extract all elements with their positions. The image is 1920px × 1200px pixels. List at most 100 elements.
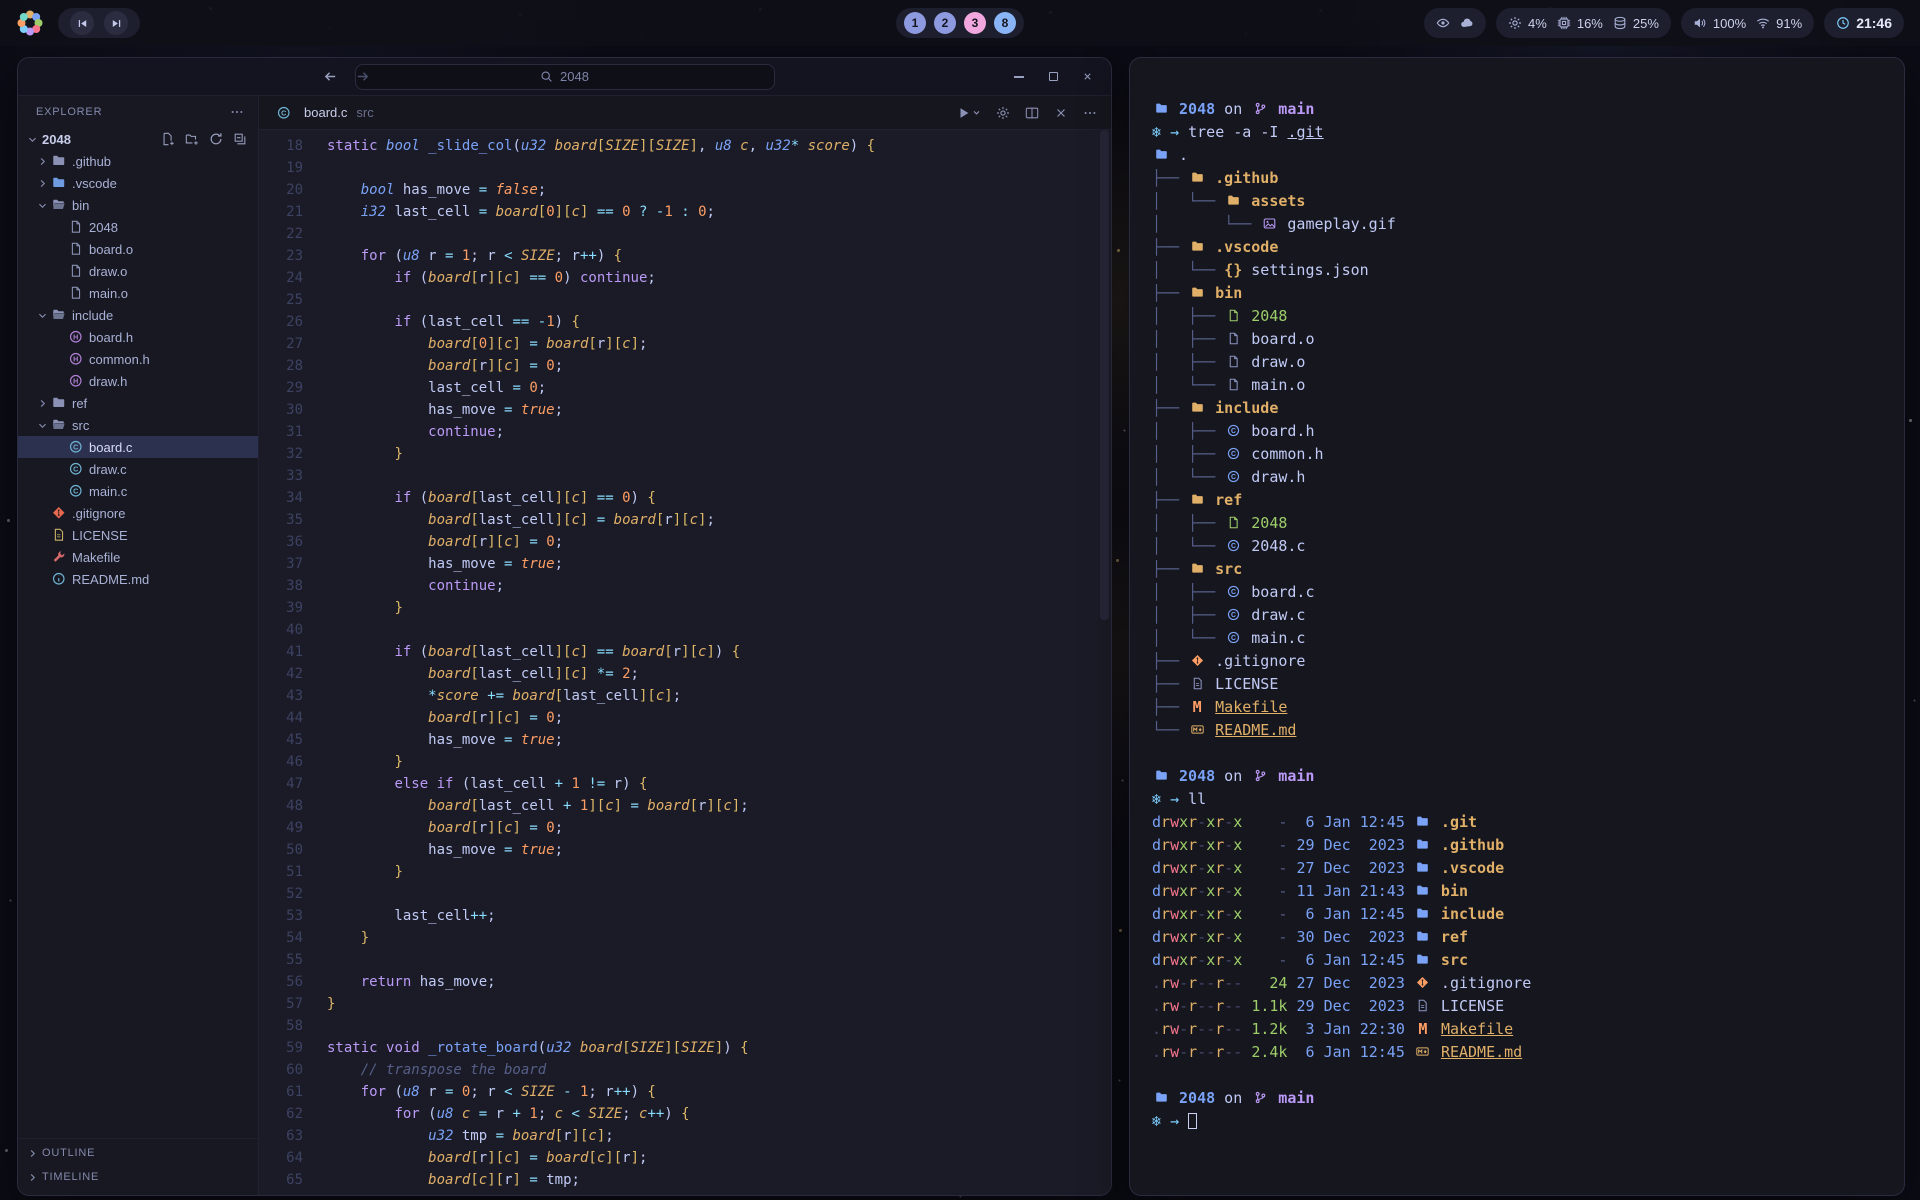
- line-number: 33: [259, 465, 303, 487]
- new-folder-button[interactable]: [185, 132, 200, 147]
- command-center-search[interactable]: 2048: [355, 64, 775, 90]
- explorer-more-actions-icon[interactable]: [230, 105, 244, 119]
- sidebar-item-README.md[interactable]: README.md: [18, 568, 258, 590]
- sidebar-item-label: bin: [72, 198, 89, 213]
- forward-button[interactable]: [355, 69, 371, 85]
- sidebar-item-label: draw.h: [89, 374, 127, 389]
- terminal-line: ❄ → tree -a -I .git: [1152, 121, 1890, 144]
- sidebar-item-board.h[interactable]: Hboard.h: [18, 326, 258, 348]
- sidebar-item-main.c[interactable]: Cmain.c: [18, 480, 258, 502]
- sidebar-item-LICENSE[interactable]: LICENSE: [18, 524, 258, 546]
- sidebar-item-.github[interactable]: .github: [18, 150, 258, 172]
- svg-text:H: H: [73, 378, 78, 386]
- sidebar-item-src[interactable]: src: [18, 414, 258, 436]
- weather-widget[interactable]: [1424, 8, 1486, 38]
- code-line: 28 board[r][c] = 0;: [259, 355, 1111, 377]
- code-editor[interactable]: 18static bool _slide_col(u32 board[SIZE]…: [259, 130, 1111, 1195]
- editor-scrollbar[interactable]: [1100, 130, 1109, 620]
- code-line: 65 board[c][r] = tmp;: [259, 1169, 1111, 1191]
- code-line: 37 has_move = true;: [259, 553, 1111, 575]
- workspace-1[interactable]: 1: [904, 12, 926, 34]
- workspace-3[interactable]: 3: [964, 12, 986, 34]
- terminal-line: ❄ →: [1152, 1110, 1890, 1133]
- sidebar-item-draw.h[interactable]: Hdraw.h: [18, 370, 258, 392]
- line-number: 41: [259, 641, 303, 663]
- outline-label: OUTLINE: [42, 1147, 95, 1159]
- split-editor-icon[interactable]: [1025, 106, 1039, 120]
- sidebar-item-Makefile[interactable]: Makefile: [18, 546, 258, 568]
- refresh-button[interactable]: [209, 132, 224, 147]
- folderopen-icon: [50, 308, 67, 323]
- search-icon: [540, 70, 553, 83]
- os-logo-icon[interactable]: [16, 9, 44, 37]
- close-editor-icon[interactable]: [1054, 106, 1068, 120]
- image-icon: [1260, 213, 1278, 236]
- eye-icon: [1436, 16, 1450, 30]
- volume-stat[interactable]: 100%: [1693, 16, 1746, 31]
- code-line: 59static void _rotate_board(u32 board[SI…: [259, 1037, 1111, 1059]
- line-number: 53: [259, 905, 303, 927]
- more-actions-icon[interactable]: [1083, 106, 1097, 120]
- line-number: 54: [259, 927, 303, 949]
- timeline-section[interactable]: TIMELINE: [18, 1165, 258, 1189]
- sidebar-item-main.o[interactable]: main.o: [18, 282, 258, 304]
- sidebar-item-ref[interactable]: ref: [18, 392, 258, 414]
- code-line: 55: [259, 949, 1111, 971]
- new-file-button[interactable]: [161, 132, 176, 147]
- terminal-line: drwxr-xr-x - 27 Dec 2023 .vscode: [1152, 857, 1890, 880]
- back-button[interactable]: [323, 69, 339, 85]
- terminal-line: ├── ref: [1152, 489, 1890, 512]
- line-number: 24: [259, 267, 303, 289]
- cfile-icon: C: [67, 440, 84, 455]
- sidebar-item-bin[interactable]: bin: [18, 194, 258, 216]
- disk-stat: 25%: [1613, 16, 1659, 31]
- sidebar-item-2048[interactable]: 2048: [18, 216, 258, 238]
- line-number: 55: [259, 949, 303, 971]
- cloud-icon: [1460, 16, 1474, 30]
- sidebar-item-.gitignore[interactable]: .gitignore: [18, 502, 258, 524]
- sidebar-item-board.c[interactable]: Cboard.c: [18, 436, 258, 458]
- terminal-line: ├── LICENSE: [1152, 673, 1890, 696]
- line-number: 45: [259, 729, 303, 751]
- sidebar-item-board.o[interactable]: board.o: [18, 238, 258, 260]
- cfile-icon: C: [1224, 581, 1242, 604]
- collapse-folders-button[interactable]: [233, 132, 248, 147]
- sidebar-item-draw.o[interactable]: draw.o: [18, 260, 258, 282]
- md-icon: [1414, 1041, 1432, 1064]
- sidebar-item-draw.c[interactable]: Cdraw.c: [18, 458, 258, 480]
- media-previous-button[interactable]: [70, 11, 94, 35]
- run-button[interactable]: [957, 106, 981, 120]
- media-next-button[interactable]: [104, 11, 128, 35]
- maximize-button[interactable]: [1045, 69, 1061, 85]
- workspace-8[interactable]: 8: [994, 12, 1016, 34]
- line-number: 28: [259, 355, 303, 377]
- project-root-item[interactable]: 2048: [18, 128, 258, 150]
- svg-text:C: C: [1231, 612, 1236, 619]
- sidebar-item-label: Makefile: [72, 550, 120, 565]
- svg-text:C: C: [1231, 635, 1236, 642]
- gear-icon: [1508, 16, 1522, 30]
- chevron-right-icon: [24, 1169, 40, 1185]
- svg-text:C: C: [1231, 543, 1236, 550]
- outline-section[interactable]: OUTLINE: [18, 1141, 258, 1165]
- sidebar-item-.vscode[interactable]: .vscode: [18, 172, 258, 194]
- minimize-button[interactable]: [1011, 69, 1027, 85]
- permissions: drwxr-xr-x: [1152, 813, 1242, 831]
- code-line: 29 last_cell = 0;: [259, 377, 1111, 399]
- sidebar-item-include[interactable]: include: [18, 304, 258, 326]
- permissions: .rw-r--r--: [1152, 997, 1242, 1015]
- terminal-line: drwxr-xr-x - 11 Jan 21:43 bin: [1152, 880, 1890, 903]
- clock-widget[interactable]: 21:46: [1824, 8, 1904, 38]
- terminal-line: ├── src: [1152, 558, 1890, 581]
- tab-board.c[interactable]: C board.c src: [275, 105, 374, 120]
- line-number: 27: [259, 333, 303, 355]
- workspace-2[interactable]: 2: [934, 12, 956, 34]
- code-line: 20 bool has_move = false;: [259, 179, 1111, 201]
- settings-gear-icon[interactable]: [996, 106, 1010, 120]
- sidebar-item-common.h[interactable]: Hcommon.h: [18, 348, 258, 370]
- close-button[interactable]: [1079, 69, 1095, 85]
- clock-icon: [1836, 16, 1850, 30]
- terminal-window[interactable]: 2048 on main❄ → tree -a -I .git .├── .gi…: [1129, 57, 1905, 1196]
- line-number: 43: [259, 685, 303, 707]
- wifi-stat[interactable]: 91%: [1756, 16, 1802, 31]
